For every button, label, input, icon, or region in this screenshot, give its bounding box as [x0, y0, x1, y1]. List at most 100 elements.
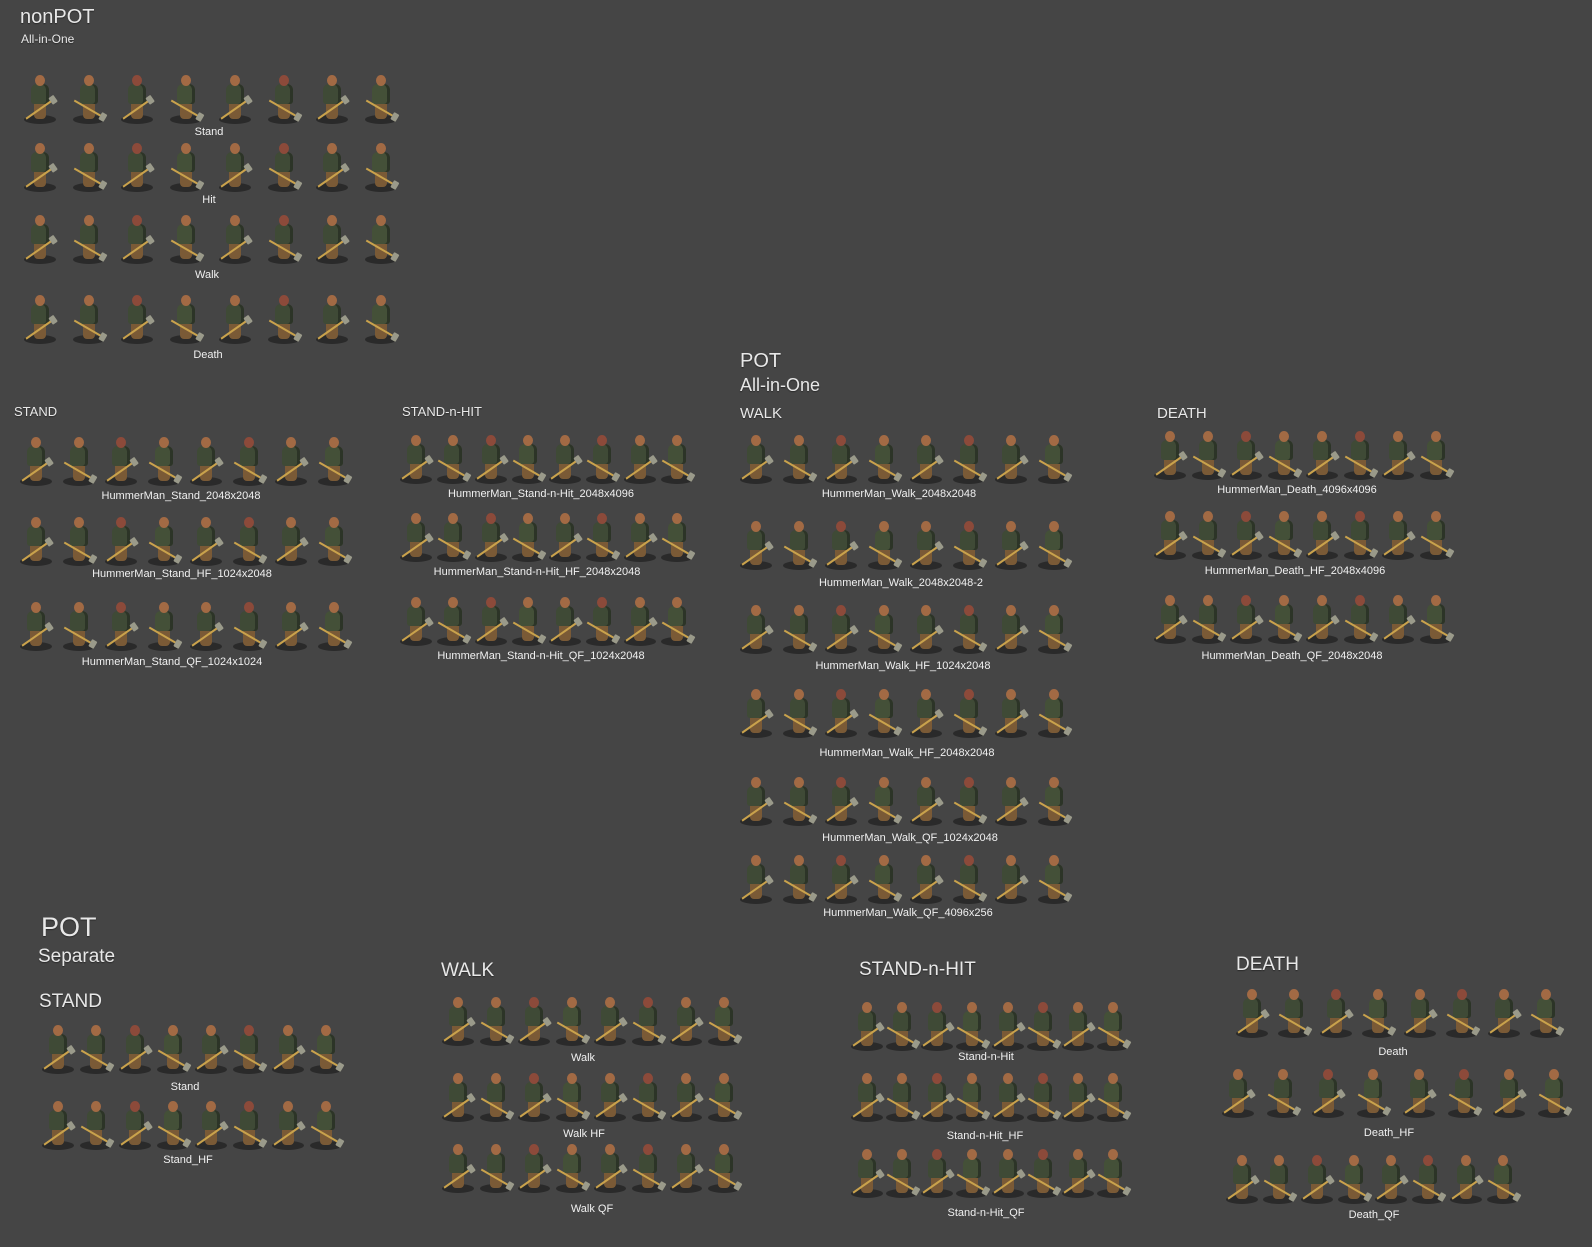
character-sprite [740, 598, 772, 654]
pot-sep-death-hf-sprite-row [1222, 1062, 1570, 1118]
pot-aio-death-caption-2: HummerMan_Death_HF_2048x4096 [1204, 565, 1386, 577]
character-sprite [921, 995, 954, 1051]
character-sprite [995, 848, 1028, 904]
character-sprite [952, 514, 985, 570]
character-sprite [1486, 1148, 1519, 1204]
character-sprite [364, 136, 397, 192]
character-sprite [556, 1066, 588, 1122]
character-sprite [1375, 1148, 1408, 1204]
character-sprite [1061, 1142, 1094, 1198]
character-sprite [170, 136, 203, 192]
character-sprite [1300, 1148, 1333, 1204]
character-sprite [1530, 982, 1562, 1038]
character-sprite [437, 506, 470, 562]
character-sprite [24, 208, 56, 264]
pot-aio-death-qf-sprite-row [1154, 588, 1452, 644]
character-sprite [623, 590, 656, 646]
character-sprite [72, 208, 105, 264]
character-sprite [80, 1018, 113, 1074]
character-sprite [400, 428, 432, 484]
character-sprite [1037, 848, 1070, 904]
character-sprite [170, 208, 203, 264]
character-sprite [632, 1137, 664, 1193]
character-sprite [195, 1018, 228, 1074]
character-sprite [740, 770, 772, 826]
character-sprite [1412, 1148, 1445, 1204]
character-sprite [1337, 1148, 1370, 1204]
character-sprite [867, 770, 900, 826]
pot-sep-stand-caption-1: Stand [170, 1081, 200, 1093]
character-sprite [1154, 588, 1186, 644]
character-sprite [218, 136, 251, 192]
character-sprite [910, 770, 943, 826]
character-sprite [1404, 982, 1436, 1038]
pot-sep-stand-caption-2: Stand_HF [163, 1154, 213, 1166]
character-sprite [1061, 995, 1094, 1051]
character-sprite [1382, 504, 1414, 560]
character-sprite [886, 995, 919, 1051]
pot-aio-stand-sprite-row [20, 430, 350, 486]
character-sprite [232, 430, 265, 486]
character-sprite [275, 430, 308, 486]
character-sprite [549, 428, 582, 484]
character-sprite [886, 1066, 919, 1122]
pot-aio-walk-caption-2: HummerMan_Walk_2048x2048-2 [818, 577, 984, 589]
character-sprite [782, 514, 815, 570]
character-sprite [147, 595, 180, 651]
character-sprite [708, 1137, 740, 1193]
character-sprite [867, 514, 900, 570]
pot-aio-death-caption-3: HummerMan_Death_QF_2048x2048 [1201, 650, 1383, 662]
character-sprite [670, 990, 702, 1046]
character-sprite [400, 590, 432, 646]
character-sprite [867, 848, 900, 904]
character-sprite [121, 68, 154, 124]
pot-sep-death-title: DEATH [1236, 954, 1299, 975]
character-sprite [232, 510, 265, 566]
character-sprite [825, 428, 858, 484]
pot-sep-death-caption-2: Death_HF [1363, 1127, 1415, 1139]
character-sprite [1230, 504, 1262, 560]
character-sprite [233, 1018, 266, 1074]
character-sprite [232, 595, 265, 651]
character-sprite [267, 208, 300, 264]
character-sprite [218, 208, 251, 264]
character-sprite [317, 510, 350, 566]
character-sprite [437, 428, 470, 484]
character-sprite [271, 1018, 304, 1074]
character-sprite [62, 510, 95, 566]
character-sprite [1096, 1066, 1129, 1122]
character-sprite [442, 990, 474, 1046]
character-sprite [660, 590, 693, 646]
character-sprite [740, 848, 772, 904]
character-sprite [309, 1018, 342, 1074]
pot-aio-death-hf-sprite-row [1154, 504, 1452, 560]
pot-sep-stand-n-hit-caption-1: Stand-n-Hit [958, 1051, 1014, 1063]
character-sprite [910, 598, 943, 654]
character-sprite [956, 995, 989, 1051]
character-sprite [740, 682, 772, 738]
character-sprite [218, 288, 251, 344]
character-sprite [623, 428, 656, 484]
character-sprite [1267, 1062, 1300, 1118]
character-sprite [480, 1066, 512, 1122]
character-sprite [670, 1137, 702, 1193]
character-sprite [62, 595, 95, 651]
character-sprite [1037, 598, 1070, 654]
character-sprite [317, 430, 350, 486]
character-sprite [851, 995, 883, 1051]
character-sprite [1344, 424, 1376, 480]
pot-aio-walk-sprite-row [740, 428, 1070, 484]
character-sprite [442, 1137, 474, 1193]
pot-sep-death-caption-3: Death_QF [1348, 1209, 1400, 1221]
pot-sep-walk-title: WALK [441, 960, 495, 981]
pot-sep-stand-n-hit-sprite-row [851, 995, 1129, 1051]
character-sprite [518, 1137, 550, 1193]
character-sprite [825, 514, 858, 570]
character-sprite [1263, 1148, 1296, 1204]
character-sprite [190, 430, 223, 486]
character-sprite [851, 1142, 883, 1198]
character-sprite [316, 288, 349, 344]
pot-aio-stand-n-hit-caption-3: HummerMan_Stand-n-Hit_QF_1024x2048 [437, 650, 645, 662]
character-sprite [121, 208, 154, 264]
character-sprite [991, 995, 1024, 1051]
